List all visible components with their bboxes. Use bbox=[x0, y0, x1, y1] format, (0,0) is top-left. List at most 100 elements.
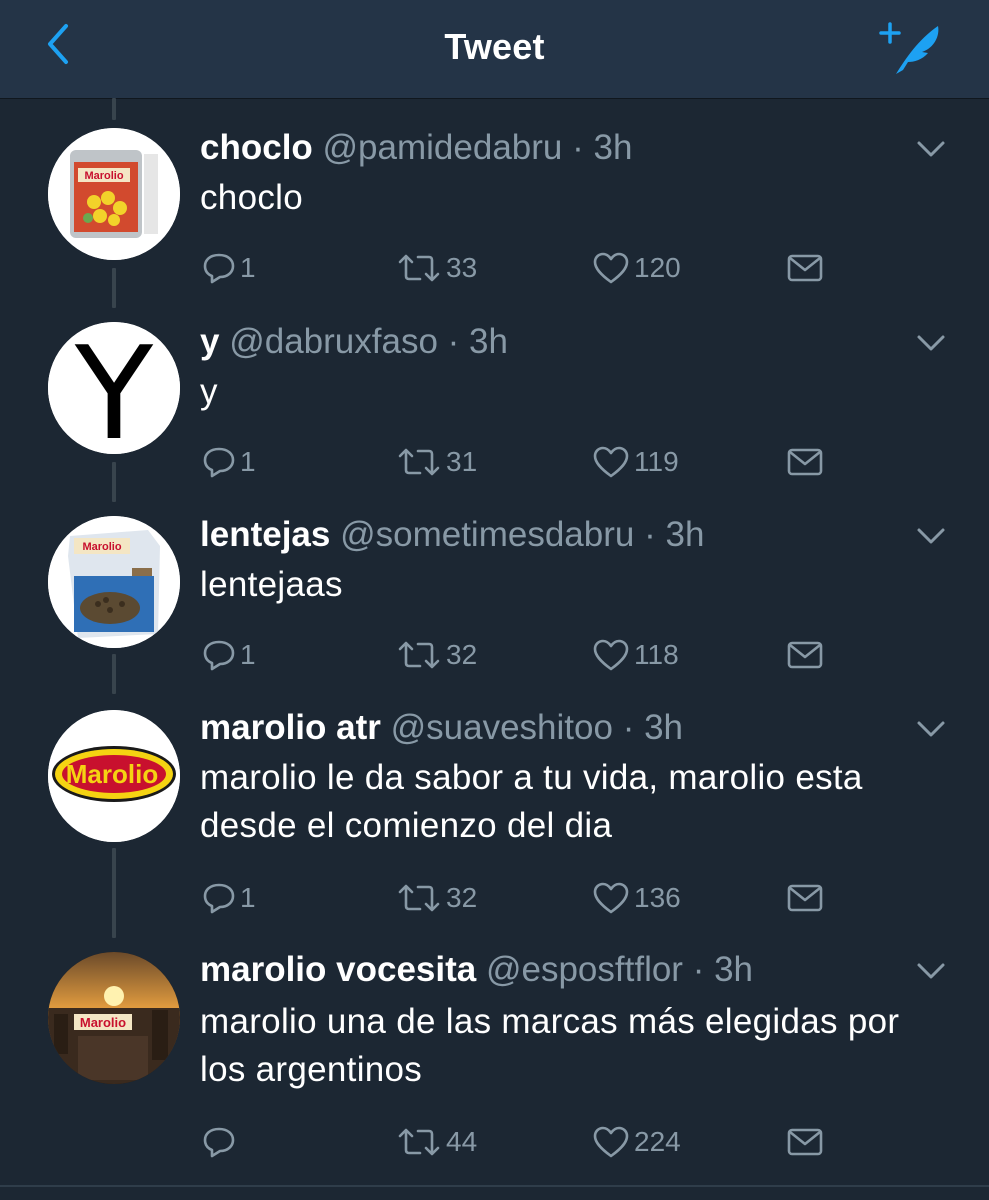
display-name[interactable]: marolio atr bbox=[200, 708, 381, 747]
direct-message-button[interactable] bbox=[786, 248, 824, 288]
reply-icon bbox=[203, 447, 235, 478]
top-bar: Tweet bbox=[0, 0, 989, 99]
display-name[interactable]: lentejas bbox=[200, 515, 330, 554]
reply-button[interactable]: 1 bbox=[202, 635, 256, 675]
thread-connector bbox=[112, 462, 116, 502]
like-button[interactable]: 136 bbox=[592, 878, 681, 918]
tweet-header: choclo @pamidedabru · 3h bbox=[200, 128, 632, 168]
avatar[interactable]: Marolio bbox=[48, 952, 180, 1084]
tweet-menu-button[interactable] bbox=[912, 714, 950, 744]
tweet-header: marolio atr @suaveshitoo · 3h bbox=[200, 708, 683, 748]
retweet-icon bbox=[398, 1128, 440, 1156]
separator-dot: · bbox=[622, 708, 635, 747]
retweet-button[interactable]: 33 bbox=[396, 248, 477, 288]
tweet-text: marolio le da sabor a tu vida, marolio e… bbox=[200, 758, 863, 845]
reply-count: 1 bbox=[240, 882, 256, 913]
separator-dot: · bbox=[692, 950, 705, 989]
like-button[interactable]: 120 bbox=[592, 248, 681, 288]
avatar-letter: Y bbox=[74, 322, 154, 454]
separator-dot: · bbox=[644, 515, 656, 554]
tweet-header: y @dabruxfaso · 3h bbox=[200, 322, 508, 362]
user-handle[interactable]: @sometimesdabru bbox=[340, 515, 634, 554]
avatar-logo-text: Marolio bbox=[84, 170, 123, 182]
reply-button[interactable]: 1 bbox=[202, 248, 256, 288]
envelope-icon bbox=[787, 884, 823, 912]
tweet-text: marolio una de las marcas más elegidas p… bbox=[200, 1002, 900, 1089]
retweet-icon bbox=[398, 448, 440, 476]
chevron-down-icon bbox=[917, 141, 945, 157]
timestamp[interactable]: 3h bbox=[714, 950, 753, 989]
heart-icon bbox=[593, 639, 629, 671]
user-handle[interactable]: @suaveshitoo bbox=[391, 708, 613, 747]
direct-message-button[interactable] bbox=[786, 878, 824, 918]
like-button[interactable]: 118 bbox=[592, 635, 679, 675]
avatar[interactable]: Marolio bbox=[48, 128, 180, 260]
reply-count: 1 bbox=[240, 446, 256, 477]
timestamp[interactable]: 3h bbox=[594, 128, 633, 167]
avatar[interactable]: Y bbox=[48, 322, 180, 454]
like-count: 120 bbox=[634, 252, 681, 283]
like-count: 119 bbox=[634, 446, 679, 477]
tweet-menu-button[interactable] bbox=[912, 521, 950, 551]
display-name[interactable]: choclo bbox=[200, 128, 313, 167]
avatar-logo-text: Marolio bbox=[66, 759, 158, 789]
timestamp[interactable]: 3h bbox=[665, 515, 704, 554]
tweet-header: lentejas @sometimesdabru · 3h bbox=[200, 515, 704, 555]
retweet-icon bbox=[398, 254, 440, 282]
compose-tweet-icon bbox=[876, 22, 946, 82]
tweet-header: marolio vocesita @esposftflor · 3h bbox=[200, 950, 753, 990]
like-count: 118 bbox=[634, 639, 679, 670]
tweet-text: y bbox=[200, 372, 218, 411]
retweet-icon bbox=[398, 884, 440, 912]
avatar[interactable]: Marolio bbox=[48, 710, 180, 842]
reply-count: 1 bbox=[240, 252, 256, 283]
direct-message-button[interactable] bbox=[786, 442, 824, 482]
thread-connector bbox=[112, 98, 116, 120]
retweet-button[interactable]: 44 bbox=[396, 1122, 477, 1162]
retweet-button[interactable]: 32 bbox=[396, 878, 477, 918]
thread-connector bbox=[112, 848, 116, 938]
chevron-down-icon bbox=[917, 963, 945, 979]
tweet-text: choclo bbox=[200, 178, 303, 217]
retweet-count: 32 bbox=[446, 639, 478, 670]
user-handle[interactable]: @dabruxfaso bbox=[229, 322, 438, 361]
user-handle[interactable]: @pamidedabru bbox=[323, 128, 563, 167]
direct-message-button[interactable] bbox=[786, 1122, 824, 1162]
separator-dot: · bbox=[572, 128, 584, 167]
heart-icon bbox=[593, 252, 629, 284]
reply-count: 1 bbox=[240, 639, 256, 670]
heart-icon bbox=[593, 446, 629, 478]
reply-icon bbox=[203, 253, 235, 284]
heart-icon bbox=[593, 882, 629, 914]
reply-button[interactable]: 1 bbox=[202, 878, 256, 918]
avatar[interactable]: Marolio bbox=[48, 516, 180, 648]
tweet-menu-button[interactable] bbox=[912, 328, 950, 358]
direct-message-button[interactable] bbox=[786, 635, 824, 675]
retweet-count: 32 bbox=[446, 882, 478, 913]
tweet-menu-button[interactable] bbox=[912, 134, 950, 164]
compose-tweet-button[interactable] bbox=[876, 18, 946, 78]
reply-icon bbox=[203, 883, 235, 914]
reply-button[interactable] bbox=[202, 1122, 240, 1162]
reply-button[interactable]: 1 bbox=[202, 442, 256, 482]
user-handle[interactable]: @esposftflor bbox=[486, 950, 683, 989]
retweet-button[interactable]: 32 bbox=[396, 635, 477, 675]
envelope-icon bbox=[787, 254, 823, 282]
reply-icon bbox=[203, 1127, 235, 1158]
retweet-icon bbox=[398, 641, 440, 669]
timestamp[interactable]: 3h bbox=[644, 708, 683, 747]
display-name[interactable]: marolio vocesita bbox=[200, 950, 476, 989]
tweet-menu-button[interactable] bbox=[912, 956, 950, 986]
retweet-count: 31 bbox=[446, 446, 478, 477]
tweet-text: lentejaas bbox=[200, 565, 343, 604]
timestamp[interactable]: 3h bbox=[469, 322, 508, 361]
retweet-button[interactable]: 31 bbox=[396, 442, 477, 482]
like-button[interactable]: 224 bbox=[592, 1122, 681, 1162]
retweet-count: 33 bbox=[446, 252, 478, 283]
avatar-logo-text: Marolio bbox=[82, 541, 121, 553]
display-name[interactable]: y bbox=[200, 322, 219, 361]
like-button[interactable]: 119 bbox=[592, 442, 679, 482]
avatar-logo-text: Marolio bbox=[80, 1015, 126, 1030]
like-count: 136 bbox=[634, 882, 681, 913]
heart-icon bbox=[593, 1126, 629, 1158]
